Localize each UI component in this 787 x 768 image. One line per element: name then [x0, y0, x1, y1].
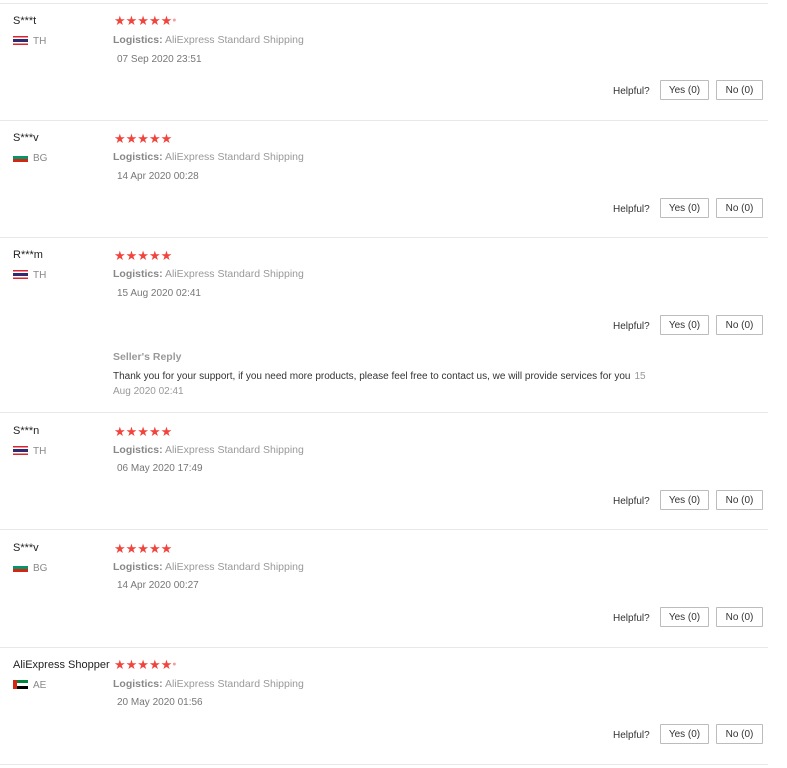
logistics-label: Logistics:: [113, 151, 163, 163]
thailand-flag-icon: [13, 446, 28, 455]
review-divider: [0, 412, 768, 413]
review-date: 14 Apr 2020 00:27: [117, 580, 199, 591]
reviewer-country: TH: [13, 36, 46, 47]
bulgaria-flag-icon: [13, 563, 28, 572]
reviewer-name: S***n: [13, 425, 40, 437]
reviewer-country: BG: [13, 153, 47, 164]
helpful-label: Helpful?: [613, 321, 650, 332]
logistics-value: AliExpress Standard Shipping: [164, 561, 304, 573]
thailand-flag-icon: [13, 270, 28, 279]
helpful-label: Helpful?: [613, 496, 650, 507]
country-code: TH: [33, 446, 47, 457]
helpful-yes-button[interactable]: Yes (0): [660, 724, 709, 744]
review-divider: [0, 237, 768, 238]
star-rating: ★★★★★: [114, 424, 173, 439]
review-date: 14 Apr 2020 00:28: [117, 171, 199, 182]
bulgaria-flag-icon: [13, 153, 28, 162]
review-divider: [0, 647, 768, 648]
reviewer-name: S***v: [13, 542, 39, 554]
logistics-info: Logistics: AliExpress Standard Shipping: [113, 561, 304, 573]
logistics-label: Logistics:: [113, 678, 163, 690]
logistics-info: Logistics: AliExpress Standard Shipping: [113, 268, 304, 280]
helpful-no-button[interactable]: No (0): [716, 80, 763, 100]
helpful-yes-button[interactable]: Yes (0): [660, 490, 709, 510]
helpful-no-button[interactable]: No (0): [716, 198, 763, 218]
review-divider: [0, 529, 768, 530]
helpful-no-button[interactable]: No (0): [716, 724, 763, 744]
review-date: 06 May 2020 17:49: [117, 463, 203, 474]
seller-reply-body: Thank you for your support, if you need …: [113, 371, 631, 382]
review-date: 20 May 2020 01:56: [117, 697, 203, 708]
logistics-info: Logistics: AliExpress Standard Shipping: [113, 151, 304, 163]
seller-reply-title: Seller's Reply: [113, 351, 182, 363]
uae-flag-icon: [13, 680, 28, 689]
logistics-info: Logistics: AliExpress Standard Shipping: [113, 34, 304, 46]
logistics-value: AliExpress Standard Shipping: [164, 151, 304, 163]
logistics-value: AliExpress Standard Shipping: [164, 34, 304, 46]
star-rating: ★★★★★: [114, 131, 173, 146]
review-divider: [0, 120, 768, 121]
country-code: AE: [33, 680, 47, 691]
reviewer-country: TH: [13, 270, 46, 281]
reviewer-country: BG: [13, 563, 47, 574]
helpful-no-button[interactable]: No (0): [716, 315, 763, 335]
reviewer-country: AE: [13, 680, 46, 691]
logistics-value: AliExpress Standard Shipping: [164, 444, 304, 456]
thailand-flag-icon: [13, 36, 28, 45]
logistics-label: Logistics:: [113, 34, 163, 46]
star-rating: ★★★★★: [114, 541, 173, 556]
helpful-yes-button[interactable]: Yes (0): [660, 80, 709, 100]
logistics-label: Logistics:: [113, 561, 163, 573]
logistics-label: Logistics:: [113, 444, 163, 456]
reviewer-name: S***v: [13, 132, 39, 144]
star-rating: ★★★★★: [114, 248, 173, 263]
logistics-value: AliExpress Standard Shipping: [164, 678, 304, 690]
reviewer-name: S***t: [13, 15, 37, 27]
helpful-yes-button[interactable]: Yes (0): [660, 607, 709, 627]
helpful-yes-button[interactable]: Yes (0): [660, 198, 709, 218]
logistics-info: Logistics: AliExpress Standard Shipping: [113, 444, 304, 456]
top-divider: [0, 3, 768, 4]
country-code: BG: [33, 153, 48, 164]
logistics-value: AliExpress Standard Shipping: [164, 268, 304, 280]
reviewer-name: AliExpress Shopper: [13, 659, 110, 671]
helpful-label: Helpful?: [613, 613, 650, 624]
country-code: TH: [33, 36, 47, 47]
reviewer-country: TH: [13, 446, 46, 457]
logistics-info: Logistics: AliExpress Standard Shipping: [113, 678, 304, 690]
helpful-no-button[interactable]: No (0): [716, 490, 763, 510]
review-date: 07 Sep 2020 23:51: [117, 54, 202, 65]
helpful-label: Helpful?: [613, 204, 650, 215]
helpful-no-button[interactable]: No (0): [716, 607, 763, 627]
reviewer-name: R***m: [13, 249, 43, 261]
star-rating: ★★★★★●: [114, 13, 177, 28]
review-divider: [0, 764, 768, 765]
star-rating: ★★★★★●: [114, 657, 177, 672]
country-code: BG: [33, 563, 48, 574]
helpful-label: Helpful?: [613, 730, 650, 741]
helpful-yes-button[interactable]: Yes (0): [660, 315, 709, 335]
logistics-label: Logistics:: [113, 268, 163, 280]
helpful-label: Helpful?: [613, 86, 650, 97]
seller-reply-text: Thank you for your support, if you need …: [113, 369, 653, 399]
country-code: TH: [33, 270, 47, 281]
review-date: 15 Aug 2020 02:41: [117, 288, 201, 299]
